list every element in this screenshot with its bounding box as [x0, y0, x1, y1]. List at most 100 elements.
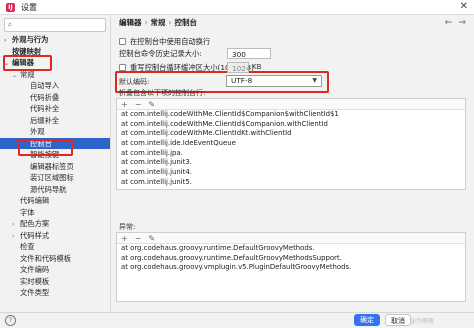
cyclic-buffer-checkbox[interactable] — [119, 64, 126, 71]
sidebar-item-label: 代码折叠 — [30, 92, 60, 102]
ok-button[interactable]: 确定 — [354, 314, 380, 326]
sidebar-item-label: 配色方案 — [20, 219, 50, 228]
sidebar-item-label: 实时模板 — [20, 276, 50, 286]
edit-icon[interactable]: ✎ — [148, 100, 155, 109]
sidebar-item-label: 源代码导航 — [30, 184, 67, 194]
sidebar-item[interactable]: 代码补全 — [0, 103, 110, 115]
exceptions-label: 异常: — [119, 223, 136, 231]
sidebar-item-label: 文件和代码模板 — [20, 253, 72, 263]
sidebar-item-label: 外观与行为 — [12, 35, 49, 44]
soft-wrap-checkbox[interactable] — [119, 38, 126, 45]
sidebar-item-label: 编辑器 — [12, 58, 34, 67]
breadcrumb-general[interactable]: 常规 — [151, 18, 166, 27]
list-item[interactable]: at com.intellij.junit5. — [117, 178, 465, 188]
history-label: 控制台命令历史记录大小: — [119, 49, 202, 58]
fold-toolbar: + − ✎ — [117, 99, 465, 110]
sidebar-item[interactable]: 检查 — [0, 241, 110, 253]
list-item[interactable]: at com.intellij.codeWithMe.ClientId$Comp… — [117, 110, 465, 120]
list-item[interactable]: at org.codehaus.groovy.runtime.DefaultGr… — [117, 244, 465, 254]
encoding-label: 默认编码: — [119, 78, 150, 86]
sidebar-item[interactable]: 自动导入 — [0, 80, 110, 92]
sidebar-item[interactable]: 实时模板 — [0, 276, 110, 288]
breadcrumb-editor[interactable]: 编辑器 — [119, 18, 142, 27]
intellij-icon: IJ — [6, 2, 15, 12]
cyclic-buffer-input[interactable]: 1024 — [227, 62, 251, 73]
sidebar-item[interactable]: 文件和代码模板 — [0, 253, 110, 265]
dialog-footer: ? CSDN @冷雨夜 确定 取消 — [0, 312, 474, 328]
list-item[interactable]: at com.intellij.ide.IdeEventQueue — [117, 139, 465, 149]
sidebar-item-label: 字体 — [20, 207, 35, 217]
edit-icon[interactable]: ✎ — [148, 234, 155, 243]
sidebar-item[interactable]: 文件类型 — [0, 287, 110, 299]
sidebar-item[interactable]: 装订区域图标 — [0, 172, 110, 184]
sidebar-item-label: 控制台 — [30, 138, 52, 148]
remove-icon[interactable]: − — [135, 100, 142, 109]
exceptions-list: at org.codehaus.groovy.runtime.DefaultGr… — [117, 244, 465, 273]
encoding-select[interactable]: UTF-8 ▼ — [226, 75, 322, 87]
settings-sidebar: ⌕ › 外观与行为 按键映射 ⌄ 编辑器 ⌄ 常规 自动导入代码折叠代码补全后缀补全外观控制台… — [0, 15, 111, 312]
cyclic-buffer-unit: KB — [252, 63, 262, 71]
sidebar-item-label: 编辑器标签页 — [30, 161, 74, 171]
sidebar-item[interactable]: 编辑器标签页 — [0, 161, 110, 173]
sidebar-item[interactable]: 代码折叠 — [0, 92, 110, 104]
sidebar-item[interactable]: 外观 — [0, 126, 110, 138]
sidebar-item-label: 外观 — [30, 127, 45, 136]
remove-icon[interactable]: − — [135, 234, 142, 243]
fold-list-panel: + − ✎ at com.intellij.codeWithMe.ClientI… — [116, 98, 466, 190]
fold-label: 折叠包含以下项的控制台行: — [119, 89, 206, 97]
chevron-down-icon: ▼ — [312, 77, 317, 84]
sidebar-item[interactable]: › 配色方案 — [0, 218, 110, 230]
fold-list: at com.intellij.codeWithMe.ClientId$Comp… — [117, 110, 465, 188]
list-item[interactable]: at com.intellij.codeWithMe.ClientId$Comp… — [117, 120, 465, 130]
list-item[interactable]: at com.intellij.junit3. — [117, 158, 465, 168]
sidebar-item-label: 检查 — [20, 242, 35, 251]
sidebar-item-label: 常规 — [20, 69, 35, 79]
sidebar-item[interactable]: ⌄ 编辑器 — [0, 57, 110, 69]
list-item[interactable]: at org.codehaus.groovy.vmplugin.v5.Plugi… — [117, 263, 465, 273]
sidebar-item-label: 按键映射 — [12, 46, 42, 56]
sidebar-item[interactable]: ⌄ 常规 — [0, 69, 110, 81]
sidebar-item[interactable]: › 外观与行为 — [0, 34, 110, 46]
sidebar-item[interactable]: 控制台 — [0, 137, 110, 149]
nav-arrows[interactable]: ← → — [445, 15, 466, 31]
sidebar-item[interactable]: › 智能按键 — [0, 149, 110, 161]
list-item[interactable]: at com.intellij.codeWithMe.ClientIdKt.wi… — [117, 129, 465, 139]
list-item[interactable]: at com.intellij.junit4. — [117, 168, 465, 178]
window-title: 设置 — [21, 2, 37, 12]
history-size-input[interactable]: 300 — [227, 48, 271, 59]
sidebar-item[interactable]: 按键映射 — [0, 46, 110, 58]
title-bar: IJ 设置 ✕ — [0, 0, 474, 15]
settings-tree: › 外观与行为 按键映射 ⌄ 编辑器 ⌄ 常规 自动导入代码折叠代码补全后缀补全外观控制台 › 智… — [0, 34, 110, 299]
sidebar-item-label: 代码样式 — [20, 230, 50, 240]
add-icon[interactable]: + — [121, 234, 128, 243]
encoding-value: UTF-8 — [231, 76, 253, 85]
sidebar-item-label: 自动导入 — [30, 81, 60, 90]
sidebar-item[interactable]: 文件编码 — [0, 264, 110, 276]
sidebar-item-label: 代码编辑 — [20, 196, 50, 205]
exceptions-toolbar: + − ✎ — [117, 233, 465, 244]
search-icon: ⌕ — [7, 20, 13, 29]
breadcrumb: 编辑器 › 常规 › 控制台 ← → — [111, 15, 474, 31]
sidebar-item[interactable]: › 代码样式 — [0, 230, 110, 242]
sidebar-item-label: 文件类型 — [20, 288, 50, 297]
history-row: 控制台命令历史记录大小: — [119, 48, 202, 59]
sidebar-item-label: 智能按键 — [30, 150, 60, 159]
list-item[interactable]: at com.intellij.jpa. — [117, 149, 465, 159]
add-icon[interactable]: + — [121, 100, 128, 109]
sidebar-item[interactable]: 代码编辑 — [0, 195, 110, 207]
close-icon[interactable]: ✕ — [460, 1, 468, 12]
sidebar-item[interactable]: 源代码导航 — [0, 184, 110, 196]
soft-wrap-row[interactable]: 在控制台中使用自动换行 — [119, 36, 210, 47]
sidebar-item-label: 代码补全 — [30, 104, 60, 113]
sidebar-item[interactable]: 后缀补全 — [0, 115, 110, 127]
settings-search-input[interactable]: ⌕ — [4, 18, 106, 32]
cancel-button[interactable]: 取消 — [385, 314, 411, 326]
exceptions-list-panel: + − ✎ at org.codehaus.groovy.runtime.Def… — [116, 232, 466, 302]
sidebar-item[interactable]: 字体 — [0, 207, 110, 219]
sidebar-item-label: 装订区域图标 — [30, 173, 74, 182]
sidebar-item-label: 文件编码 — [20, 265, 50, 274]
sidebar-item-label: 后缀补全 — [30, 115, 60, 125]
help-icon[interactable]: ? — [5, 315, 16, 326]
list-item[interactable]: at org.codehaus.groovy.runtime.DefaultGr… — [117, 254, 465, 264]
soft-wrap-label: 在控制台中使用自动换行 — [130, 37, 211, 46]
